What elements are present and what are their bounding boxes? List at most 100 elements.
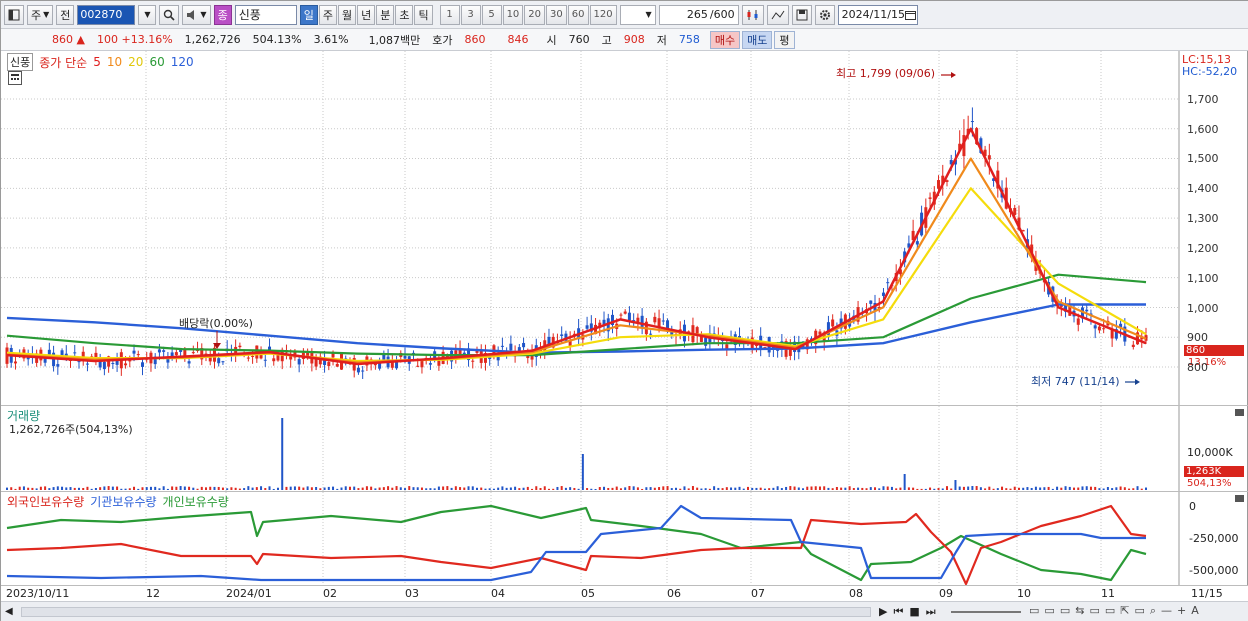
candle-type-icon[interactable]	[741, 4, 764, 25]
tool-icon[interactable]: ▭	[1029, 604, 1039, 618]
tab-period-second[interactable]: 초	[395, 4, 414, 25]
signal-badge: 종	[213, 4, 232, 25]
zoom-icon[interactable]: ⌕	[1150, 604, 1156, 618]
speaker-icon[interactable]: ▼	[182, 4, 211, 25]
volume-bar	[979, 487, 982, 490]
volume-bar	[120, 488, 123, 490]
tool-icon[interactable]: ⇱	[1120, 604, 1129, 618]
tab-period-minute[interactable]: 분	[376, 4, 395, 25]
volume-bar	[929, 487, 932, 490]
candle-body	[661, 320, 665, 322]
holdings-panel[interactable]: 외국인보유수량 기관보유수량 개인보유수량 0 -250,000 -500,00…	[1, 491, 1248, 586]
interval-button[interactable]: 30	[546, 4, 567, 25]
tab-period-month[interactable]: 월	[337, 4, 357, 25]
volume-bar	[260, 486, 263, 490]
volume-bar	[387, 486, 390, 490]
tool-icon[interactable]: ▭	[1134, 604, 1144, 618]
volume-y-tick: 10,000K	[1187, 446, 1233, 459]
rewind-icon[interactable]: ⏮	[893, 605, 903, 619]
tab-period-tick[interactable]: 틱	[414, 4, 433, 25]
gear-icon[interactable]	[814, 4, 835, 25]
interval-button[interactable]: 20	[524, 4, 546, 25]
window-menu-icon[interactable]	[4, 4, 24, 25]
interval-button[interactable]: 1	[439, 4, 460, 25]
volume-bar	[746, 486, 749, 490]
volume-bar	[416, 487, 419, 490]
tool-icon[interactable]: ▭	[1060, 604, 1070, 618]
search-icon[interactable]	[159, 4, 180, 25]
volume-bar	[848, 486, 851, 490]
buy-button[interactable]: 매수	[709, 30, 741, 49]
tool-icon[interactable]: ▭	[1105, 604, 1115, 618]
tool-icon[interactable]: ▭	[1089, 604, 1099, 618]
volume-panel[interactable]: 거래량 1,262,726주(504,13%) 10,000K 1,263K 5…	[1, 405, 1248, 492]
candle-body	[124, 363, 128, 366]
market-select[interactable]: 주 ▼	[27, 4, 54, 25]
candle-body	[217, 358, 221, 364]
prev-button[interactable]: 전	[56, 4, 75, 25]
horizontal-scrollbar[interactable]	[21, 607, 871, 617]
panel-close-icon[interactable]	[1235, 495, 1244, 502]
candle-body	[221, 361, 225, 363]
sell-button[interactable]: 매도	[742, 30, 773, 49]
panel-close-icon[interactable]	[1235, 409, 1244, 416]
playback-controls: ▶ ⏮ ■ ⏭	[879, 605, 936, 619]
candle-body	[627, 312, 631, 321]
stop-icon[interactable]: ■	[909, 605, 919, 619]
legend-stock-name[interactable]: 신풍	[7, 53, 34, 71]
font-icon[interactable]: A	[1191, 604, 1199, 618]
price-chart-panel[interactable]: 신풍 종가 단순 5 10 20 60 120 LC:15,13 HC:-52,…	[1, 51, 1248, 405]
calendar-icon[interactable]	[905, 10, 916, 20]
save-icon[interactable]	[791, 4, 812, 25]
volume-bar	[213, 486, 216, 490]
interval-button[interactable]: 3	[460, 4, 481, 25]
volume-bar	[759, 487, 762, 490]
volume-bar	[598, 487, 601, 490]
tab-period-day[interactable]: 일	[299, 4, 318, 25]
line-tool-icon[interactable]	[766, 4, 789, 25]
code-dropdown-icon[interactable]: ▼	[138, 4, 157, 25]
low-annotation: 최저 747 (11/14)	[1031, 375, 1120, 388]
date-field[interactable]: 2024/11/15	[837, 4, 918, 25]
volume-bar	[1094, 486, 1097, 490]
legend-foreign: 외국인보유수량	[7, 495, 85, 509]
forward-icon[interactable]: ⏭	[926, 605, 936, 619]
volume-bar	[755, 487, 758, 490]
volume-ratio: 504.13%	[252, 33, 302, 46]
candle-body	[85, 363, 89, 365]
tool-icon[interactable]: ▭	[1044, 604, 1054, 618]
volume-bar	[404, 488, 407, 490]
zoom-slider[interactable]	[951, 611, 1021, 613]
eval-button[interactable]: 평	[774, 30, 795, 49]
interval-button[interactable]: 5	[481, 4, 502, 25]
candle-body	[970, 121, 974, 123]
interval-button[interactable]: 120	[589, 4, 617, 25]
data-count-field[interactable]: 265/600	[658, 4, 739, 25]
volume-bar	[1098, 488, 1101, 490]
volume-bar	[374, 488, 377, 490]
volume-bar	[99, 487, 102, 490]
volume-bar	[1026, 487, 1029, 490]
interval-button[interactable]: 10	[502, 4, 524, 25]
plus-icon[interactable]: +	[1177, 604, 1186, 618]
tab-period-year[interactable]: 년	[357, 4, 376, 25]
tab-period-week[interactable]: 주	[318, 4, 337, 25]
calculator-icon[interactable]	[8, 71, 22, 85]
volume-bar	[344, 486, 347, 490]
volume-bar	[742, 488, 745, 490]
volume-bar	[268, 486, 271, 490]
candle-body	[272, 358, 276, 362]
stock-name-field[interactable]: 신풍	[234, 4, 297, 25]
volume-bar	[107, 486, 110, 490]
volume-bar	[94, 487, 97, 490]
interval-input[interactable]: ▼	[619, 4, 656, 25]
minus-icon[interactable]: —	[1161, 604, 1172, 618]
volume-bar	[835, 486, 838, 490]
candle-body	[128, 360, 132, 362]
tool-icon[interactable]: ⇆	[1075, 604, 1084, 618]
stock-code-input[interactable]: 002870	[77, 4, 136, 25]
interval-button[interactable]: 60	[567, 4, 589, 25]
volume-bar	[802, 488, 805, 490]
scroll-left-icon[interactable]: ◀	[5, 606, 13, 617]
play-icon[interactable]: ▶	[879, 605, 887, 619]
